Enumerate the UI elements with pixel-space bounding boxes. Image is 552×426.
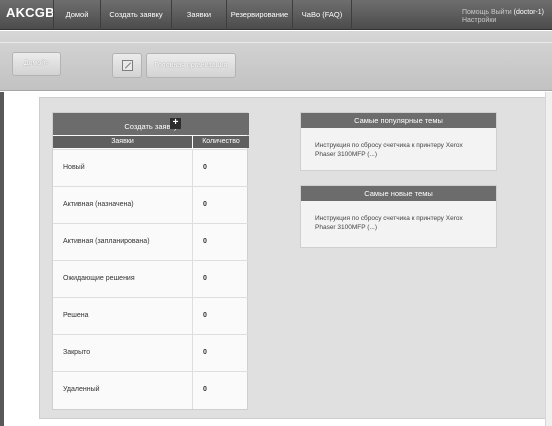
brand-logo[interactable]: AKCGB: [6, 5, 55, 20]
column-divider: [192, 335, 193, 372]
row-count: 0: [203, 386, 207, 393]
table-row[interactable]: Активная (назначена) 0: [53, 186, 249, 224]
row-count: 0: [203, 164, 207, 171]
table-row[interactable]: Активная (запланирована) 0: [53, 223, 249, 261]
popular-topics-title: Самые популярные темы: [301, 113, 496, 128]
user-menu: Помощь Выйти (doctor-1) Настройки: [462, 9, 544, 25]
toolbar-divider: [0, 42, 552, 43]
newest-topics-card: Самые новые темы Инструкция по сбросу сч…: [300, 185, 497, 248]
row-count: 0: [203, 349, 207, 356]
column-divider: [192, 224, 193, 261]
nav-home[interactable]: Домой: [53, 0, 100, 30]
row-status-name[interactable]: Ожидающие решения: [63, 275, 135, 282]
row-status-name[interactable]: Активная (назначена): [63, 201, 134, 208]
row-count: 0: [203, 275, 207, 282]
popular-topics-card: Самые популярные темы Инструкция по сбро…: [300, 112, 497, 171]
org-icon-button[interactable]: [112, 53, 142, 78]
breadcrumb-home-button[interactable]: Домой>: [12, 52, 61, 76]
logout-link[interactable]: Выйти: [491, 9, 512, 16]
app-window: AKCGB Домой Создать заявку Заявки Резерв…: [0, 0, 552, 426]
column-divider: [192, 298, 193, 335]
row-status-name[interactable]: Закрыто: [63, 349, 90, 356]
nav-reservation[interactable]: Резервирование: [226, 0, 292, 30]
help-link[interactable]: Помощь: [462, 9, 489, 16]
row-status-name[interactable]: Активная (запланирована): [63, 238, 150, 245]
row-count: 0: [203, 238, 207, 245]
row-status-name[interactable]: Новый: [63, 164, 85, 171]
tickets-summary-card: Создать заявку + Заявки Количество Новый…: [52, 112, 249, 410]
table-row[interactable]: Удаленный 0: [53, 371, 249, 409]
top-nav-bar: AKCGB Домой Создать заявку Заявки Резерв…: [0, 0, 552, 30]
table-row[interactable]: Закрыто 0: [53, 334, 249, 372]
table-row[interactable]: Новый 0: [53, 149, 249, 187]
row-status-name[interactable]: Удаленный: [63, 386, 100, 393]
content-scrollbar[interactable]: [545, 92, 552, 426]
row-count: 0: [203, 201, 207, 208]
newest-topic-link[interactable]: Инструкция по сбросу счетчика к принтеру…: [315, 214, 485, 232]
username-label[interactable]: (doctor-1): [514, 9, 544, 16]
nav-create-ticket[interactable]: Создать заявку: [100, 0, 171, 30]
tickets-card-header: Создать заявку: [53, 113, 249, 135]
table-row[interactable]: Ожидающие решения 0: [53, 260, 249, 298]
newest-topics-title: Самые новые темы: [301, 186, 496, 201]
column-divider: [192, 187, 193, 224]
column-header-count: Количество: [193, 136, 249, 148]
column-divider: [192, 372, 193, 409]
org-button[interactable]: Головная организация: [146, 53, 236, 78]
toolbar-strip: [0, 31, 552, 91]
column-divider: [192, 150, 193, 187]
row-status-name[interactable]: Решена: [63, 312, 89, 319]
settings-link[interactable]: Настройки: [462, 17, 544, 25]
nav-tickets[interactable]: Заявки: [171, 0, 226, 30]
plus-icon[interactable]: +: [170, 118, 181, 129]
image-placeholder-icon: [122, 60, 133, 71]
nav-faq[interactable]: ЧаВо (FAQ): [292, 0, 352, 30]
row-count: 0: [203, 312, 207, 319]
popular-topic-link[interactable]: Инструкция по сбросу счетчика к принтеру…: [315, 141, 485, 159]
column-divider: [192, 261, 193, 298]
column-header-tickets: Заявки: [53, 136, 192, 148]
table-row[interactable]: Решена 0: [53, 297, 249, 335]
